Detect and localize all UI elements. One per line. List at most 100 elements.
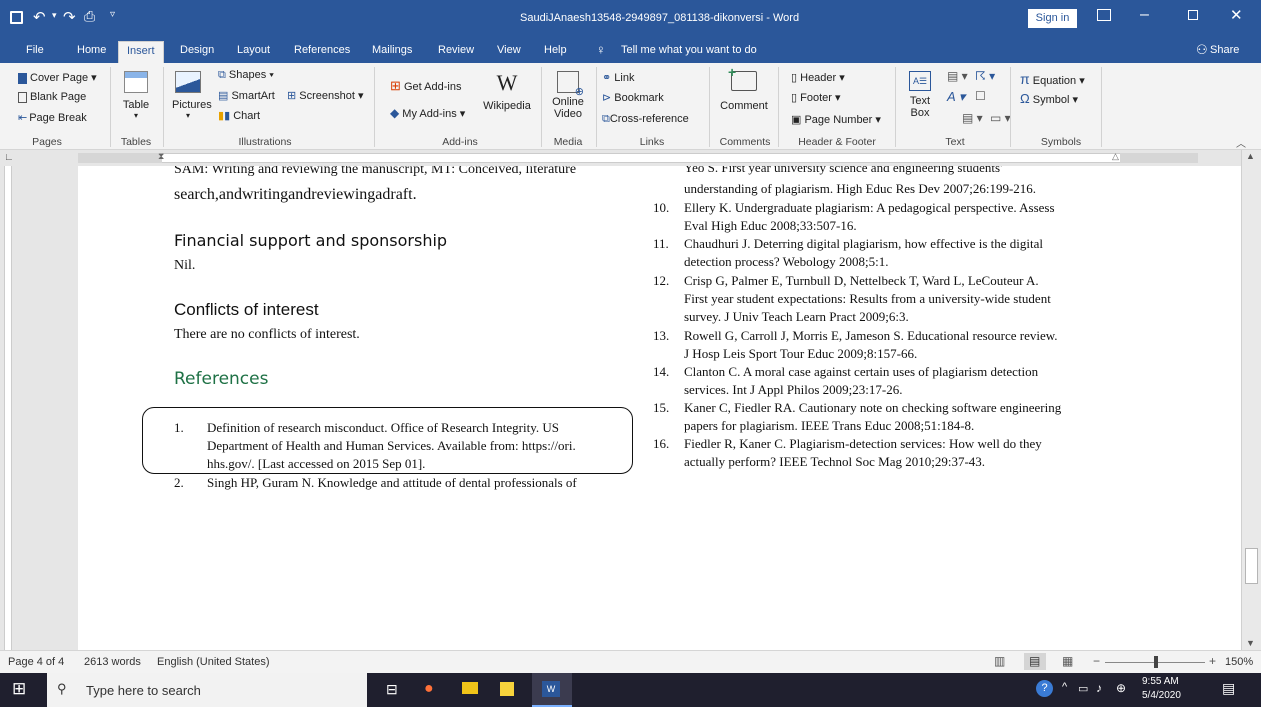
tab-file[interactable]: File <box>26 44 44 56</box>
language-indicator[interactable]: English (United States) <box>157 656 270 668</box>
clock-date[interactable]: 5/4/2020 <box>1142 690 1181 701</box>
smartart-button[interactable]: ▤ SmartArt <box>218 89 275 102</box>
print-preview-icon[interactable]: ⎙ <box>84 8 95 25</box>
sign-in-button[interactable]: Sign in <box>1028 9 1077 28</box>
tab-view[interactable]: View <box>497 44 521 56</box>
chart-button[interactable]: ▮▮ Chart <box>218 109 260 122</box>
pictures-button[interactable]: Pictures ▾ <box>172 71 212 120</box>
undo-icon[interactable]: ↶ <box>33 8 46 26</box>
equation-button[interactable]: π Equation ▾ <box>1020 71 1085 87</box>
tell-me-search[interactable]: Tell me what you want to do <box>621 44 757 56</box>
zoom-in-icon[interactable]: + <box>1209 654 1216 668</box>
sticky-notes-icon[interactable] <box>500 682 514 696</box>
tab-insert[interactable]: Insert <box>118 41 164 63</box>
date-time-icon[interactable]: ▤ ▾ <box>962 111 983 125</box>
bookmark-label: Bookmark <box>614 92 664 104</box>
close-icon[interactable]: ✕ <box>1230 6 1243 24</box>
share-button[interactable]: Share <box>1210 44 1239 56</box>
online-video-button[interactable]: ⊕ Online Video <box>547 71 589 120</box>
object-icon[interactable]: ▭ ▾ <box>990 111 1011 125</box>
clock-time[interactable]: 9:55 AM <box>1142 676 1179 687</box>
volume-icon[interactable]: ♪ <box>1096 681 1102 695</box>
document-page[interactable]: SAM: Writing and reviewing the manuscrip… <box>78 166 1241 650</box>
scroll-down-arrow-icon[interactable]: ▼ <box>1246 638 1255 648</box>
read-mode-icon[interactable]: ▥ <box>994 654 1005 668</box>
help-icon[interactable]: ? <box>1036 680 1053 697</box>
show-hidden-icons[interactable]: ^ <box>1062 681 1067 693</box>
battery-icon[interactable]: ▭ <box>1078 682 1088 695</box>
text-box-button[interactable]: A☰ Text Box <box>905 71 935 119</box>
table-button[interactable]: Table ▾ <box>121 71 151 120</box>
collapse-ribbon-icon[interactable]: ︿ <box>1236 135 1246 150</box>
my-addins-button[interactable]: ◆ My Add-ins ▾ <box>390 106 465 120</box>
wordart-icon[interactable]: ☈ ▾ <box>975 69 995 83</box>
header-button[interactable]: ▯ Header ▾ <box>791 71 845 84</box>
word-count[interactable]: 2613 words <box>84 656 141 668</box>
windows-start-icon[interactable]: ⊞ <box>12 679 26 699</box>
tab-home[interactable]: Home <box>77 44 106 56</box>
vertical-scrollbar[interactable]: ▲ ▼ <box>1241 150 1261 650</box>
scroll-thumb[interactable] <box>1245 548 1258 584</box>
signature-line-icon[interactable]: ☐ <box>975 89 986 103</box>
word-taskbar-button[interactable]: W <box>532 673 572 707</box>
indent-marker-icon[interactable]: ⧗ <box>158 151 164 162</box>
zoom-slider-thumb[interactable] <box>1154 656 1158 668</box>
tab-mailings[interactable]: Mailings <box>372 44 412 56</box>
tab-review[interactable]: Review <box>438 44 474 56</box>
web-layout-icon[interactable]: ▦ <box>1062 654 1073 668</box>
page-count[interactable]: Page 4 of 4 <box>8 656 64 668</box>
vruler-track <box>4 166 12 650</box>
minimize-icon[interactable]: – <box>1140 6 1149 24</box>
ref-number: 2. <box>174 475 184 490</box>
ref-number: 12. <box>653 273 670 288</box>
customize-qat-icon[interactable]: ▿ <box>110 9 115 20</box>
quick-parts-icon[interactable]: ▤ ▾ <box>947 69 968 83</box>
chart-label: Chart <box>233 110 261 122</box>
restore-icon[interactable] <box>1188 10 1198 20</box>
wikipedia-button[interactable]: W Wikipedia <box>482 71 532 113</box>
screenshot-button[interactable]: ⊞ Screenshot ▾ <box>287 89 364 102</box>
file-explorer-icon[interactable] <box>462 682 478 694</box>
blank-page-button[interactable]: Blank Page <box>18 91 86 103</box>
bookmark-button[interactable]: ⊳ Bookmark <box>602 91 664 104</box>
vertical-ruler[interactable] <box>0 166 16 650</box>
network-globe-icon[interactable]: ⊕ <box>1116 681 1126 695</box>
ribbon-display-options-icon[interactable] <box>1097 9 1111 21</box>
cover-page-button[interactable]: Cover Page ▾ <box>18 71 97 84</box>
horizontal-ruler[interactable]: ∟ ⧗ △ <box>0 150 1261 166</box>
symbol-button[interactable]: Ω Symbol ▾ <box>1020 91 1078 106</box>
shapes-button[interactable]: ⧉ Shapes ▾ <box>218 69 274 82</box>
smartart-label: SmartArt <box>231 90 275 102</box>
smartart-icon: ▤ <box>218 90 229 102</box>
task-view-icon[interactable]: ⊟ <box>386 681 398 698</box>
print-layout-icon[interactable]: ▤ <box>1029 654 1040 668</box>
tab-references[interactable]: References <box>294 44 350 56</box>
group-separator <box>110 67 111 147</box>
right-indent-marker-icon[interactable]: △ <box>1112 151 1119 162</box>
save-icon[interactable] <box>10 11 23 24</box>
footer-button[interactable]: ▯ Footer ▾ <box>791 91 841 104</box>
comment-label: Comment <box>720 100 768 112</box>
link-icon: ⚭ <box>602 72 612 84</box>
undo-dropdown-icon[interactable]: ▾ <box>52 10 57 21</box>
page-number-button[interactable]: ▣ Page Number ▾ <box>791 113 881 126</box>
tab-help[interactable]: Help <box>544 44 567 56</box>
drop-cap-icon[interactable]: A ▾ <box>947 89 965 105</box>
comment-button[interactable]: + Comment <box>717 64 771 112</box>
firefox-icon[interactable]: ● <box>424 680 434 698</box>
notifications-icon[interactable]: ▤ <box>1222 680 1235 697</box>
zoom-out-icon[interactable]: − <box>1093 654 1100 668</box>
header-label: Header <box>800 72 837 84</box>
search-box[interactable]: ⚲ Type here to search <box>47 673 367 707</box>
tab-design[interactable]: Design <box>180 44 214 56</box>
section-heading-conflicts: Conflicts of interest <box>174 300 319 319</box>
zoom-level[interactable]: 150% <box>1225 656 1253 668</box>
redo-icon[interactable]: ↷ <box>63 8 76 26</box>
link-button[interactable]: ⚭ Link <box>602 71 634 84</box>
tab-layout[interactable]: Layout <box>237 44 270 56</box>
get-addins-button[interactable]: ⊞ Get Add-ins <box>390 78 461 94</box>
tab-selector-icon[interactable]: ∟ <box>4 152 14 163</box>
page-break-button[interactable]: ⇤ Page Break <box>18 111 87 124</box>
cross-reference-button[interactable]: ⧉Cross-reference <box>602 113 689 126</box>
scroll-up-arrow-icon[interactable]: ▲ <box>1246 151 1255 161</box>
